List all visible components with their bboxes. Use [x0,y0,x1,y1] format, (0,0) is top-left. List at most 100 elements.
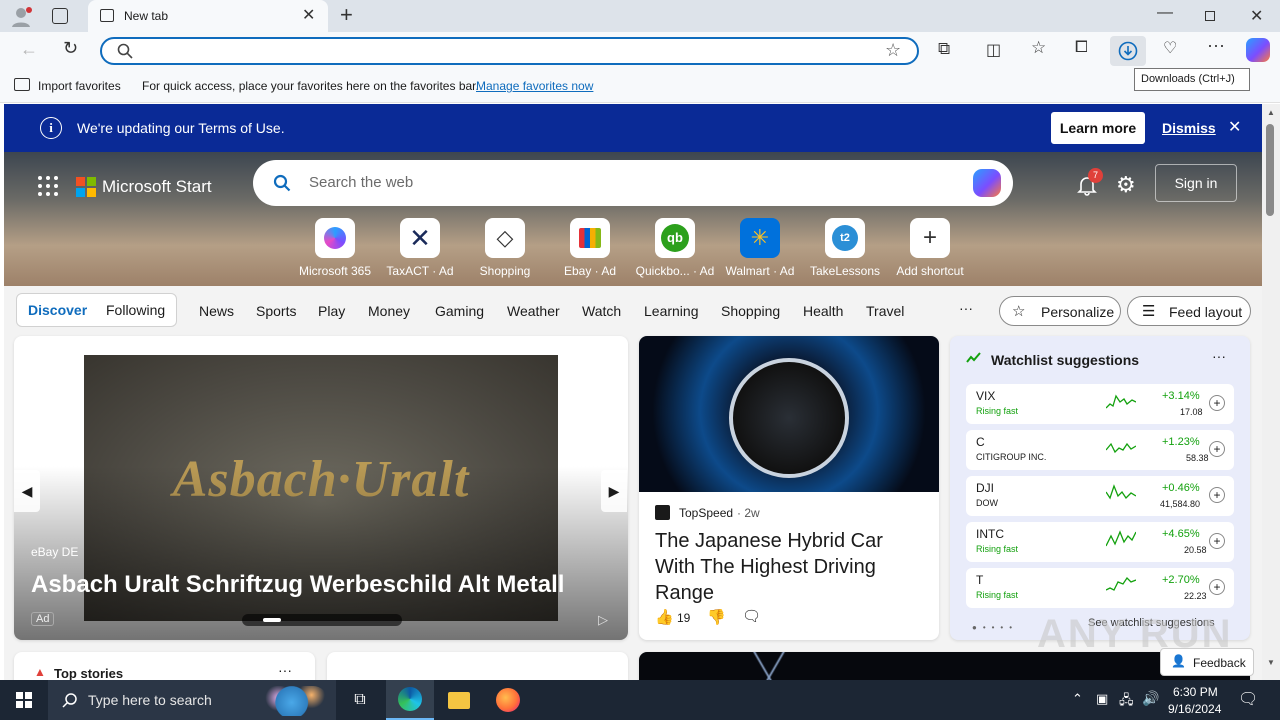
nav-watch[interactable]: Watch [582,303,621,319]
import-favorites-button[interactable]: Import favorites [38,79,121,93]
carousel-prev-button[interactable]: ◀ [14,470,40,512]
split-screen-icon[interactable]: ◫ [986,40,1001,60]
address-bar[interactable]: ☆ [100,37,919,65]
nav-travel[interactable]: Travel [866,303,904,319]
shortcut-microsoft365[interactable]: Microsoft 365 [295,218,375,278]
restore-icon[interactable] [1205,11,1215,21]
feedback-button[interactable]: 👤 Feedback [1160,648,1254,676]
clock-time[interactable]: 6:30 PM [1173,685,1218,699]
story-title[interactable]: The Japanese Hybrid Car With The Highest… [655,528,925,606]
nav-health[interactable]: Health [803,303,843,319]
add-favorite-star-icon[interactable]: ☆ [885,40,901,61]
dislike-icon[interactable]: 👎 [707,608,726,626]
sign-in-button[interactable]: Sign in [1155,164,1237,202]
manage-favorites-link[interactable]: Manage favorites now [476,79,593,93]
close-window-icon[interactable]: ✕ [1250,6,1263,26]
task-view-icon[interactable]: ⧉ [336,680,384,720]
tab-new-tab[interactable]: New tab ✕ [88,0,328,32]
back-icon[interactable]: ← [20,39,38,60]
start-windows-icon[interactable] [0,680,48,720]
file-explorer-icon[interactable] [435,680,483,720]
app-launcher-icon[interactable] [38,176,58,196]
tab-following[interactable]: Following [106,302,165,318]
scroll-thumb[interactable] [1266,124,1274,216]
close-banner-icon[interactable]: ✕ [1228,117,1241,137]
watchlist-row-vix[interactable]: VIX Rising fast +3.14% 17.08 + [966,384,1234,424]
nav-sports[interactable]: Sports [256,303,296,319]
tab-discover[interactable]: Discover [28,302,87,318]
extensions-icon[interactable]: ⧉ [938,39,950,59]
add-to-watchlist-icon[interactable]: + [1209,533,1225,549]
web-search-box[interactable]: Search the web [253,160,1013,206]
nav-weather[interactable]: Weather [507,303,560,319]
learn-more-button[interactable]: Learn more [1051,112,1145,144]
search-placeholder: Search the web [309,174,414,191]
carousel-next-button[interactable]: ▶ [601,470,627,512]
copilot-icon[interactable] [973,169,1001,197]
dismiss-link[interactable]: Dismiss [1162,120,1216,136]
like-icon[interactable]: 👍 [655,608,674,626]
collections-icon[interactable]: ⧠ [1075,39,1088,57]
watchlist-row-t[interactable]: T Rising fast +2.70% 22.23 + [966,568,1234,608]
copilot-icon[interactable] [1246,38,1270,62]
shortcut-takelessons[interactable]: t2 TakeLessons [805,218,885,278]
shortcut-shopping[interactable]: ◇ Shopping [465,218,545,278]
show-hidden-icons-icon[interactable]: ⌃ [1072,691,1083,707]
tab-actions-icon[interactable] [52,8,68,24]
notifications-bell-icon[interactable]: 7 [1076,168,1103,198]
nav-gaming[interactable]: Gaming [435,303,484,319]
nav-more-icon[interactable]: ··· [959,300,973,316]
shortcut-ebay[interactable]: Ebay · Ad [550,218,630,278]
close-tab-icon[interactable]: ✕ [302,5,315,25]
clock-date[interactable]: 9/16/2024 [1168,702,1221,716]
scroll-up-icon[interactable]: ▲ [1267,108,1275,117]
browser-essentials-icon[interactable]: ♡ [1163,38,1177,58]
add-to-watchlist-icon[interactable]: + [1209,395,1225,411]
nav-money[interactable]: Money [368,303,410,319]
favorites-icon[interactable]: ☆ [1031,38,1046,58]
stock-change: +4.65% [1162,528,1200,540]
more-menu-icon[interactable]: ··· [1207,35,1225,56]
edge-taskbar-icon[interactable] [386,680,434,720]
feed-layout-button[interactable]: ☰ Feed layout [1127,296,1251,326]
comment-icon[interactable]: 🗨 [742,607,761,625]
watchlist-pagination-dots[interactable]: ●•••• [972,623,1018,632]
watchlist-more-icon[interactable]: ··· [1212,348,1226,364]
story-card[interactable]: TopSpeed · 2w The Japanese Hybrid Car Wi… [639,336,939,640]
nav-news[interactable]: News [199,303,234,319]
volume-icon[interactable]: 🔊 [1142,690,1159,707]
top-stories-more-icon[interactable]: ··· [278,662,292,678]
shortcut-walmart[interactable]: ✳ Walmart · Ad [720,218,800,278]
scroll-down-icon[interactable]: ▼ [1267,658,1275,667]
refresh-icon[interactable]: ↻ [63,38,78,59]
nav-learning[interactable]: Learning [644,303,699,319]
nav-play[interactable]: Play [318,303,345,319]
shortcut-label: Microsoft 365 [298,264,372,278]
add-to-watchlist-icon[interactable]: + [1209,579,1225,595]
new-tab-plus-icon[interactable]: + [340,2,353,28]
firefox-icon[interactable] [484,680,532,720]
shortcut-quickbooks[interactable]: qb Quickbo... · Ad [635,218,715,278]
card-title[interactable]: Asbach Uralt Schriftzug Werbeschild Alt … [31,571,564,599]
nav-shopping[interactable]: Shopping [721,303,780,319]
ad-choices-icon[interactable]: ▷ [598,612,608,628]
brand-name[interactable]: Microsoft Start [102,177,212,197]
add-to-watchlist-icon[interactable]: + [1209,487,1225,503]
watchlist-row-intc[interactable]: INTC Rising fast +4.65% 20.58 + [966,522,1234,562]
settings-gear-icon[interactable]: ⚙ [1116,172,1136,198]
downloads-button[interactable] [1110,36,1146,66]
watchlist-row-dji[interactable]: DJI DOW +0.46% 41,584.80 + [966,476,1234,516]
minimize-icon[interactable]: — [1157,4,1173,22]
network-icon[interactable]: 🖧 [1119,691,1134,713]
watchlist-row-c[interactable]: C CITIGROUP INC. +1.23% 58.38 + [966,430,1234,470]
carousel-ad-card[interactable]: Asbach·Uralt ◀ ▶ eBay DE Asbach Uralt Sc… [14,336,628,640]
shortcut-taxact[interactable]: ✕ TaxACT · Ad [380,218,460,278]
personalize-button[interactable]: ☆ Personalize [999,296,1121,326]
shortcut-add[interactable]: + Add shortcut [890,218,970,278]
taskbar-search-box[interactable]: Type here to search [48,680,336,720]
profile-icon[interactable] [10,6,32,28]
page-scrollbar[interactable]: ▲ ▼ [1262,104,1280,680]
add-to-watchlist-icon[interactable]: + [1209,441,1225,457]
device-icon[interactable]: ▣ [1096,691,1108,707]
notifications-center-icon[interactable]: 🗨 [1238,689,1258,709]
